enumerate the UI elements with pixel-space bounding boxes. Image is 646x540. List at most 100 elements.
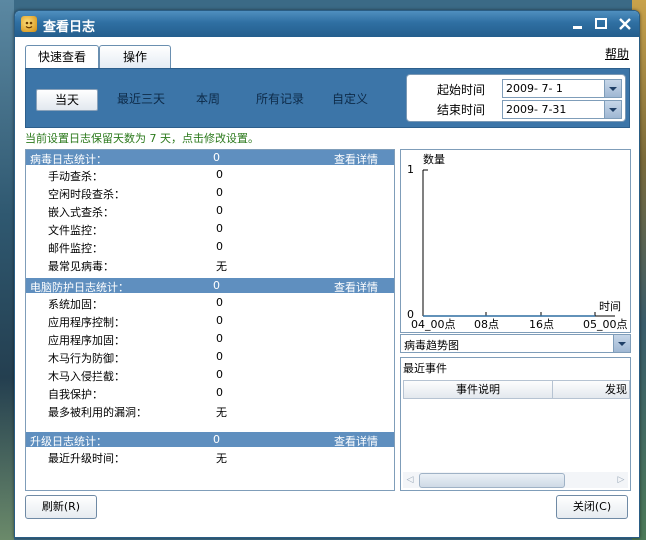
stat-value: 0 (216, 386, 223, 399)
stat-label: 邮件监控： (48, 242, 103, 255)
help-link[interactable]: 帮助 (605, 45, 629, 62)
stat-row: 系统加固： 0 (26, 294, 394, 312)
trend-type-select[interactable]: 病毒趋势图 (400, 334, 631, 353)
start-date-picker[interactable]: 2009- 7- 1 (502, 79, 622, 98)
trend-type-value: 病毒趋势图 (404, 339, 459, 352)
stat-row: 手动查杀： 0 (26, 166, 394, 184)
chevron-down-icon[interactable] (613, 335, 630, 352)
stat-value: 0 (216, 332, 223, 345)
filter-today-button[interactable]: 当天 (36, 89, 98, 111)
stat-row: 应用程序控制： 0 (26, 312, 394, 330)
trend-chart-svg: 数量 时间 1 0 04_00点 08点 16点 05_00点 (407, 153, 628, 331)
scroll-left-icon[interactable]: ◁ (403, 472, 417, 488)
upgrade-stats-count: 0 (213, 433, 220, 446)
events-table-header: 事件说明 发现 (403, 380, 630, 399)
virus-stats-title: 病毒日志统计： (30, 153, 107, 166)
stat-row: 空闲时段查杀： 0 (26, 184, 394, 202)
stat-label: 文件监控： (48, 224, 103, 237)
log-retention-notice-link[interactable]: 当前设置日志保留天数为 7 天，点击修改设置。 (25, 130, 259, 146)
virus-stats-count: 0 (213, 151, 220, 164)
stat-row: 文件监控： 0 (26, 220, 394, 238)
view-log-window: 查看日志 快速查看 操作 帮助 当天 最近三天 本周 所有记录 自定义 起始时间… (14, 10, 640, 538)
stat-label: 最常见病毒： (48, 260, 114, 273)
stat-label: 最近升级时间： (48, 452, 125, 465)
stat-value: 0 (216, 168, 223, 181)
stat-row: 最常见病毒： 无 (26, 256, 394, 274)
virus-details-link[interactable]: 查看详情 (334, 151, 378, 167)
recent-events-panel: 最近事件 事件说明 发现 ◁ ▷ (400, 357, 631, 491)
statistics-panel: 病毒日志统计： 0 查看详情 手动查杀： 0 空闲时段查杀： 0 嵌入式查杀： … (25, 149, 395, 491)
stat-value: 无 (216, 452, 227, 465)
scroll-right-icon[interactable]: ▷ (614, 472, 628, 488)
stat-row: 自我保护： 0 (26, 384, 394, 402)
stat-label: 木马行为防御： (48, 352, 125, 365)
stat-value: 0 (216, 222, 223, 235)
protection-details-link[interactable]: 查看详情 (334, 279, 378, 295)
stat-value: 0 (216, 240, 223, 253)
stat-label: 手动查杀： (48, 170, 103, 183)
stat-row: 邮件监控： 0 (26, 238, 394, 256)
chart-x-tick-label: 05_00点 (583, 318, 628, 331)
filter-this-week-button[interactable]: 本周 (188, 89, 228, 109)
protection-stats-header: 电脑防护日志统计： 0 查看详情 (26, 278, 394, 295)
stat-value: 无 (216, 406, 227, 419)
virus-stats-header: 病毒日志统计： 0 查看详情 (26, 150, 394, 167)
chart-xlabel: 时间 (599, 300, 621, 313)
stat-value: 0 (216, 186, 223, 199)
filter-all-records-button[interactable]: 所有记录 (248, 89, 312, 109)
chevron-down-icon[interactable] (604, 80, 621, 97)
stat-row: 嵌入式查杀： 0 (26, 202, 394, 220)
chart-x-ticks: 04_00点 08点 16点 05_00点 (411, 312, 628, 331)
time-filter-bar: 当天 最近三天 本周 所有记录 自定义 起始时间 2009- 7- 1 结束时间… (25, 68, 630, 128)
end-date-picker[interactable]: 2009- 7-31 (502, 100, 622, 119)
chart-y-tick-max: 1 (407, 163, 414, 176)
stat-value: 0 (216, 314, 223, 327)
stat-row: 最近升级时间： 无 (26, 448, 394, 466)
stat-value: 无 (216, 260, 227, 273)
stat-value: 0 (216, 204, 223, 217)
column-header-description[interactable]: 事件说明 (404, 381, 553, 398)
app-shield-icon (21, 16, 37, 32)
upgrade-stats-title: 升级日志统计： (30, 435, 107, 448)
refresh-button[interactable]: 刷新(R) (25, 495, 97, 519)
stat-label: 系统加固： (48, 298, 103, 311)
chart-ylabel: 数量 (423, 153, 445, 166)
minimize-icon[interactable] (570, 17, 586, 31)
scrollbar-thumb[interactable] (419, 473, 565, 488)
start-date-label: 起始时间 (437, 83, 486, 97)
close-button[interactable]: 关闭(C) (556, 495, 628, 519)
upgrade-stats-header: 升级日志统计： 0 查看详情 (26, 432, 394, 449)
date-range-panel: 起始时间 2009- 7- 1 结束时间 2009- 7-31 (406, 74, 626, 122)
events-horizontal-scrollbar[interactable]: ◁ ▷ (403, 472, 628, 488)
end-date-value: 2009- 7-31 (506, 103, 567, 116)
recent-events-title: 最近事件 (403, 362, 447, 375)
tab-quick-view[interactable]: 快速查看 (25, 45, 99, 70)
title-bar[interactable]: 查看日志 (15, 11, 639, 37)
stat-label: 最多被利用的漏洞： (48, 406, 147, 419)
column-header-found[interactable]: 发现 (554, 381, 629, 398)
window-title: 查看日志 (43, 20, 96, 35)
chart-x-tick-label: 16点 (529, 318, 554, 331)
stat-value: 0 (216, 296, 223, 309)
stat-label: 空闲时段查杀： (48, 188, 125, 201)
virus-trend-chart: 数量 时间 1 0 04_00点 08点 16点 05_00点 (400, 149, 631, 333)
stat-row: 最多被利用的漏洞： 无 (26, 402, 394, 420)
tab-operations[interactable]: 操作 (99, 45, 171, 69)
stat-row: 应用程序加固： 0 (26, 330, 394, 348)
close-icon[interactable] (617, 17, 633, 31)
stat-row: 木马入侵拦截： 0 (26, 366, 394, 384)
upgrade-details-link[interactable]: 查看详情 (334, 433, 378, 449)
stat-value: 0 (216, 350, 223, 363)
stat-label: 应用程序加固： (48, 334, 125, 347)
filter-custom-button[interactable]: 自定义 (324, 89, 376, 109)
chart-x-tick-label: 08点 (474, 318, 499, 331)
end-date-label: 结束时间 (437, 103, 486, 117)
stat-label: 木马入侵拦截： (48, 370, 125, 383)
chevron-down-icon[interactable] (604, 101, 621, 118)
stat-label: 嵌入式查杀： (48, 206, 114, 219)
maximize-icon[interactable] (593, 17, 609, 31)
stat-label: 自我保护： (48, 388, 103, 401)
stat-value: 0 (216, 368, 223, 381)
filter-last-three-days-button[interactable]: 最近三天 (108, 89, 174, 109)
stat-row: 木马行为防御： 0 (26, 348, 394, 366)
